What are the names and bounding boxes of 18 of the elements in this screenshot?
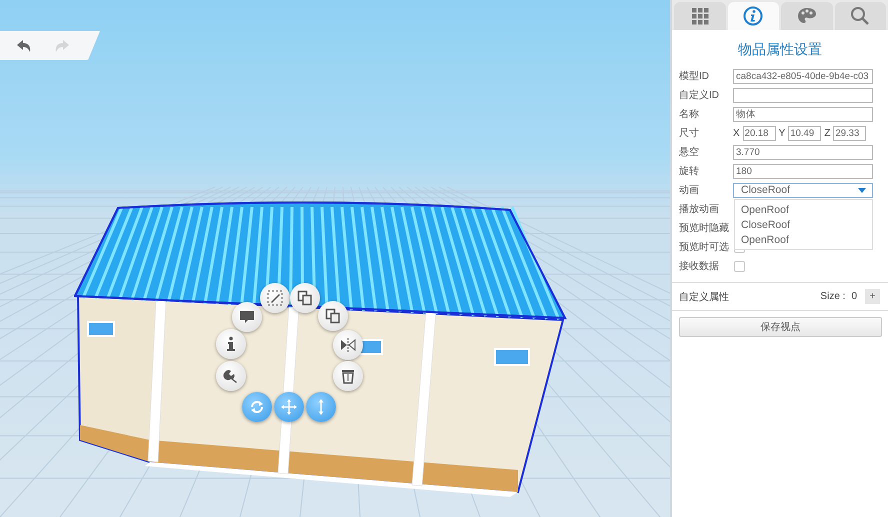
axis-label: X (733, 128, 740, 138)
field-label: 尺寸 (679, 126, 700, 140)
field-label: 自定义ID (679, 88, 720, 102)
field-label: 名称 (679, 108, 700, 121)
field-label: 预览时隐藏 (679, 222, 730, 235)
panel-title: 物品属性设置 (738, 41, 822, 59)
field-label: 预览时可选 (679, 240, 730, 254)
axis-label: Z (824, 128, 830, 138)
axis-label: Y (778, 128, 786, 138)
field-label: 动画 (679, 184, 700, 197)
field-label: 旋转 (679, 164, 700, 178)
size-label: Size : (820, 291, 846, 302)
field-label: 播放动画 (679, 202, 720, 216)
field-label: 接收数据 (679, 260, 720, 273)
field-label: 悬空 (679, 146, 700, 159)
custom-properties-label: 自定义属性 (679, 290, 730, 304)
field-label: 模型ID (679, 70, 710, 83)
size-value: 0 (851, 291, 857, 302)
